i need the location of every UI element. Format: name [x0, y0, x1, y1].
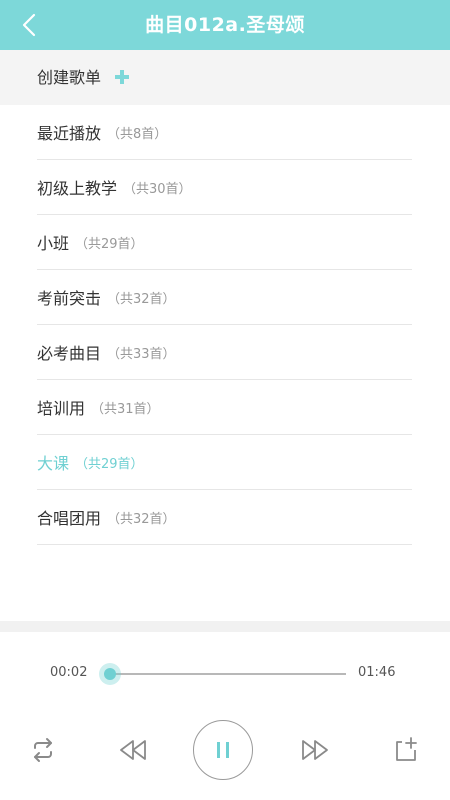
create-playlist-label: 创建歌单 [37, 68, 102, 87]
playlist-name: 培训用 [37, 399, 86, 418]
section-divider [0, 621, 450, 632]
playlist-name: 小班 [37, 234, 70, 253]
playlist-count: （共32首） [107, 291, 176, 307]
playlist-name: 最近播放 [37, 124, 102, 143]
playlist-name: 初级上教学 [37, 179, 118, 198]
add-to-playlist-icon [396, 737, 417, 761]
back-button[interactable] [18, 12, 44, 38]
play-pause-button[interactable] [193, 720, 253, 780]
plus-icon [115, 70, 129, 84]
playlist-item[interactable]: 必考曲目 （共33首） [37, 325, 412, 380]
playlist-count: （共30首） [123, 181, 192, 197]
progress-track[interactable] [105, 673, 346, 675]
repeat-icon [34, 738, 52, 762]
progress-thumb[interactable] [98, 663, 121, 685]
playlist-item[interactable]: 最近播放 （共8首） [37, 105, 412, 160]
next-button[interactable] [300, 736, 330, 764]
playlist-count: （共8首） [107, 126, 168, 142]
playlist-item[interactable]: 培训用 （共31首） [37, 380, 412, 435]
playlist-name: 合唱团用 [37, 509, 102, 528]
playlist-name: 必考曲目 [37, 344, 102, 363]
playlist-item[interactable]: 考前突击 （共32首） [37, 270, 412, 325]
chevron-left-icon [22, 13, 36, 37]
total-time: 01:46 [358, 665, 396, 680]
playlist-count: （共29首） [75, 236, 144, 252]
create-playlist-button[interactable]: 创建歌单 [0, 50, 450, 105]
add-to-playlist-button[interactable] [392, 736, 420, 764]
playlist-item[interactable]: 小班 （共29首） [37, 215, 412, 270]
playlist-list: 最近播放 （共8首） 初级上教学 （共30首） 小班 （共29首） 考前突击 （共32首） 必考… [0, 105, 450, 545]
current-time: 00:02 [50, 665, 88, 680]
repeat-button[interactable] [29, 736, 57, 764]
playlist-count: （共33首） [107, 346, 176, 362]
playlist-count: （共31首） [91, 401, 160, 417]
playlist-item[interactable]: 大课 （共29首） [37, 435, 412, 490]
page-title: 曲目012a.圣母颂 [145, 14, 305, 36]
playlist-name: 大课 [37, 454, 70, 473]
previous-button[interactable] [118, 736, 148, 764]
next-icon [302, 740, 328, 760]
app-header: 曲目012a.圣母颂 [0, 0, 450, 50]
pause-icon [217, 742, 229, 758]
playlist-item[interactable]: 合唱团用 （共32首） [37, 490, 412, 545]
playlist-count: （共29首） [75, 456, 144, 472]
player-panel: 00:02 01:46 [0, 632, 450, 800]
previous-icon [120, 740, 146, 760]
playlist-count: （共32首） [107, 511, 176, 527]
playlist-name: 考前突击 [37, 289, 102, 308]
playlist-item[interactable]: 初级上教学 （共30首） [37, 160, 412, 215]
